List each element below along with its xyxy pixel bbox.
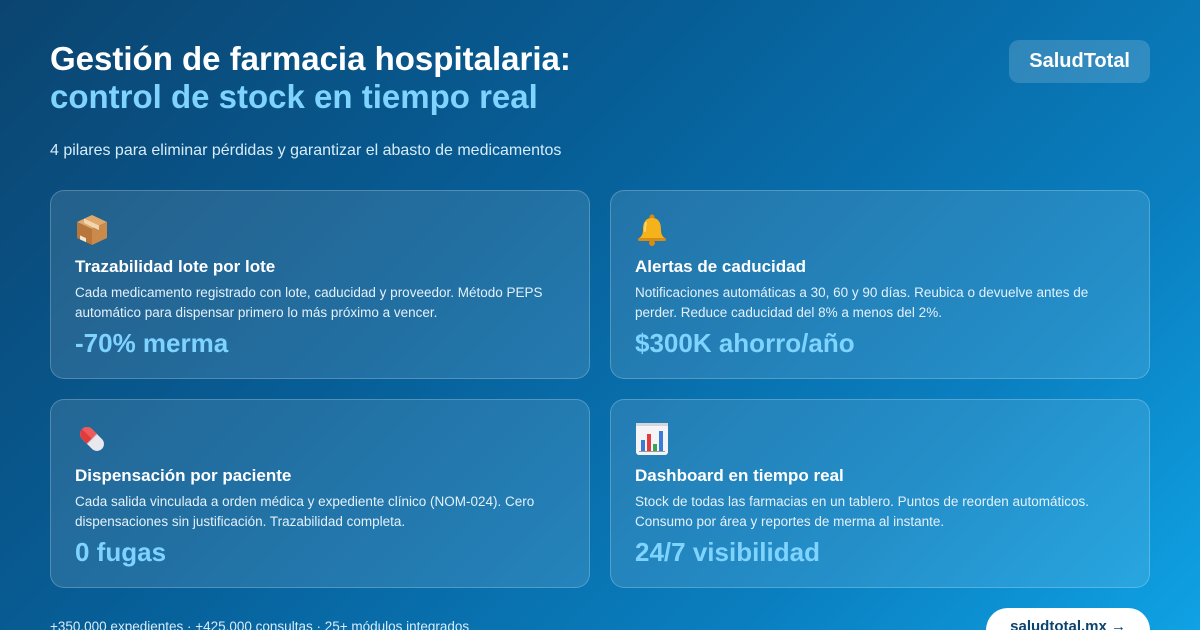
card-description: Stock de todas las farmacias en un table… bbox=[635, 494, 1090, 529]
title-block: Gestión de farmacia hospitalaria: contro… bbox=[50, 40, 571, 116]
page-subtitle: 4 pilares para eliminar pérdidas y garan… bbox=[50, 142, 562, 159]
brand-logo: SaludTotal bbox=[1009, 40, 1150, 83]
card-title: Dashboard en tiempo real bbox=[635, 466, 844, 485]
card-description: Cada medicamento registrado con lote, ca… bbox=[75, 285, 543, 320]
pillar-card-expiry-alerts: Alertas de caducidad Notificaciones auto… bbox=[610, 190, 1150, 379]
card-metric: 0 fugas bbox=[75, 537, 167, 567]
bell-icon bbox=[635, 213, 669, 247]
pill-icon bbox=[75, 422, 109, 456]
card-title: Trazabilidad lote por lote bbox=[75, 257, 276, 276]
card-metric: 24/7 visibilidad bbox=[635, 537, 820, 567]
card-description: Cada salida vinculada a orden médica y e… bbox=[75, 494, 535, 529]
bar-chart-icon bbox=[635, 422, 669, 456]
card-title: Alertas de caducidad bbox=[635, 257, 807, 276]
pillar-card-dispensing: Dispensación por paciente Cada salida vi… bbox=[50, 399, 590, 588]
page-title: Gestión de farmacia hospitalaria: bbox=[50, 40, 571, 77]
card-description: Notificaciones automáticas a 30, 60 y 90… bbox=[635, 285, 1089, 320]
website-link-button[interactable]: saludtotal.mx → bbox=[986, 608, 1150, 630]
card-metric: -70% merma bbox=[75, 328, 229, 358]
pillar-card-traceability: Trazabilidad lote por lote Cada medicame… bbox=[50, 190, 590, 379]
card-title: Dispensación por paciente bbox=[75, 466, 292, 485]
card-metric: $300K ahorro/año bbox=[635, 328, 855, 358]
pillar-card-dashboard: Dashboard en tiempo real Stock de todas … bbox=[610, 399, 1150, 588]
page-title-highlight: control de stock en tiempo real bbox=[50, 78, 538, 115]
package-icon bbox=[75, 213, 109, 247]
footer-stats: +350,000 expedientes · +425,000 consulta… bbox=[50, 619, 470, 630]
